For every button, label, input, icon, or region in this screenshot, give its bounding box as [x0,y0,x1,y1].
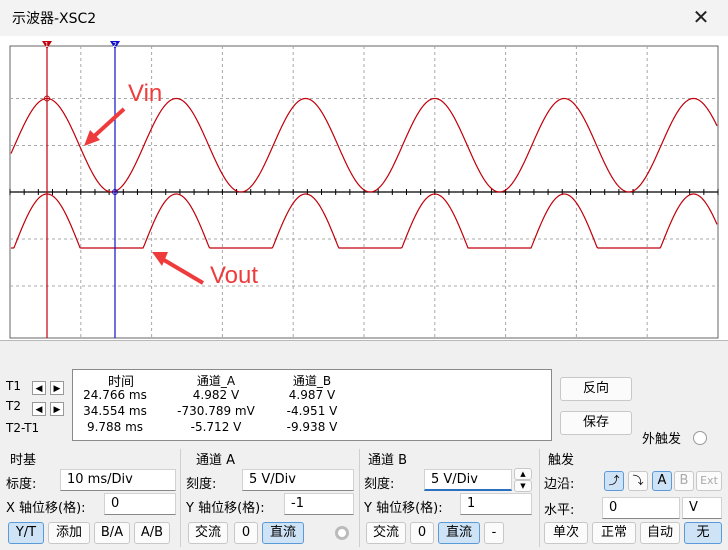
close-button[interactable]: ✕ [688,4,714,30]
trigger-source-ext-button[interactable]: Ext [696,471,722,491]
divider-1 [180,449,181,547]
row2-time: 34.554 ms [83,404,147,418]
control-panel: T1 T2 T2-T1 ◀ ▶ ◀ ▶ 时间 通道_A 通道_B 24.766 … [0,340,728,550]
header-channel-b: 通道_B [292,374,332,388]
external-trigger-radio[interactable] [693,431,707,445]
trigger-level-label: 水平: [544,503,575,518]
channel-b-title: 通道 B [368,453,408,468]
trigger-single-button[interactable]: 单次 [544,522,588,544]
scope-screen: 1 2 Vin Vout [0,36,728,340]
channel-a-ypos-label: Y 轴位移(格): [186,501,265,516]
falling-edge-button[interactable]: ⤵ [628,471,648,491]
external-trigger-label: 外触发 [642,432,682,447]
channel-b-zero-button[interactable]: 0 [410,522,434,544]
channel-a-color-indicator [335,526,349,540]
save-button[interactable]: 保存 [560,411,632,435]
channel-a-ac-button[interactable]: 交流 [188,522,228,544]
reverse-button[interactable]: 反向 [560,377,632,401]
trigger-level-input[interactable]: 0 [602,497,680,519]
x-position-label: X 轴位移(格): [6,501,86,516]
timebase-title: 时基 [10,453,37,468]
x-position-input[interactable]: 0 [104,493,176,515]
mode-yt-button[interactable]: Y/T [8,522,44,544]
channel-a-scale-input[interactable]: 5 V/Div [242,469,354,491]
mode-ba-button[interactable]: B/A [94,522,130,544]
trigger-none-button[interactable]: 无 [684,522,722,544]
divider-3 [539,449,540,547]
channel-b-scale-up[interactable]: ▲ [514,468,532,480]
mode-ab-button[interactable]: A/B [134,522,170,544]
channel-b-scale-input[interactable]: 5 V/Div [424,469,512,491]
trigger-edge-label: 边沿: [544,477,575,492]
t2-label: T2 [6,399,21,413]
row1-b: 4.987 V [288,388,336,402]
t1-label: T1 [6,379,21,393]
trigger-source-b-button[interactable]: B [674,471,694,491]
channel-a-zero-button[interactable]: 0 [234,522,258,544]
header-channel-a: 通道_A [196,374,236,388]
t2-left-button[interactable]: ◀ [32,402,46,416]
row3-a: -5.712 V [190,420,242,434]
title-bar: 示波器-XSC2 ✕ [0,0,728,36]
row2-a: -730.789 mV [177,404,255,418]
vin-label: Vin [128,80,163,107]
cursor-readout-table: 时间 通道_A 通道_B 24.766 ms 4.982 V 4.987 V 3… [72,369,552,441]
rising-edge-button[interactable]: ⤴ [604,471,624,491]
channel-a-scale-label: 刻度: [186,477,217,492]
trigger-normal-button[interactable]: 正常 [592,522,636,544]
channel-b-ypos-label: Y 轴位移(格): [364,501,443,516]
channel-b-scale-down[interactable]: ▼ [514,480,532,492]
channel-b-ac-button[interactable]: 交流 [366,522,406,544]
channel-b-ypos-input[interactable]: 1 [460,493,532,515]
channel-a-title: 通道 A [196,453,236,468]
timebase-scale-input[interactable]: 10 ms/Div [60,469,176,491]
trigger-title: 触发 [548,453,575,468]
row3-b: -9.938 V [286,420,338,434]
cursor-2-label: 2 [113,41,117,49]
mode-add-button[interactable]: 添加 [48,522,90,544]
row1-a: 4.982 V [192,388,240,402]
channel-b-dc-button[interactable]: 直流 [438,522,480,544]
row1-time: 24.766 ms [83,388,147,402]
scope-display: 1 2 [9,41,719,339]
trigger-level-unit[interactable]: V [682,497,722,519]
t2-t1-label: T2-T1 [6,421,40,435]
channel-b-scale-label: 刻度: [364,477,395,492]
channel-a-dc-button[interactable]: 直流 [262,522,304,544]
t1-left-button[interactable]: ◀ [32,381,46,395]
trigger-source-a-button[interactable]: A [652,471,672,491]
channel-a-ypos-input[interactable]: -1 [284,493,354,515]
window-title: 示波器-XSC2 [12,11,97,27]
channel-b-invert-button[interactable]: - [484,522,504,544]
vout-label: Vout [210,262,259,289]
t1-right-button[interactable]: ▶ [50,381,64,395]
cursor-1-label: 1 [45,41,49,49]
row3-time: 9.788 ms [86,420,144,434]
trigger-auto-button[interactable]: 自动 [640,522,680,544]
row2-b: -4.951 V [286,404,338,418]
timebase-scale-label: 标度: [6,477,37,492]
divider-2 [359,449,360,547]
t2-right-button[interactable]: ▶ [50,402,64,416]
